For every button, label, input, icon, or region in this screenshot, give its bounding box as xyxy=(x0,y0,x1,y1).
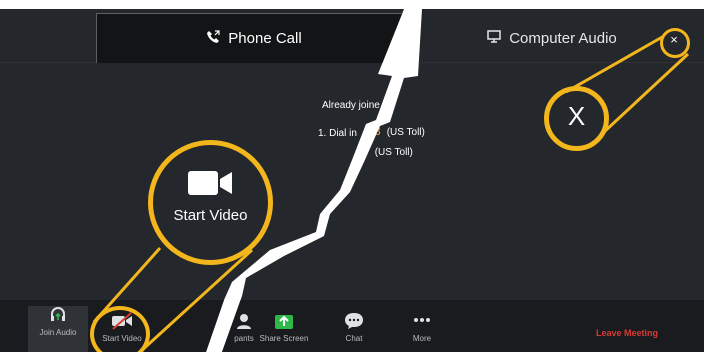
close-callout-label: X xyxy=(567,101,586,131)
chat-label: Chat xyxy=(345,334,363,343)
chat-icon xyxy=(324,312,384,330)
leave-meeting-button[interactable]: Leave Meeting xyxy=(596,328,658,338)
monitor-icon xyxy=(487,29,501,47)
tab-phone-call[interactable]: Phone Call xyxy=(96,13,404,63)
start-video-callout-label: Start Video xyxy=(173,207,248,224)
tab-phone-call-label: Phone Call xyxy=(228,30,302,47)
join-audio-button[interactable]: Join Audio xyxy=(28,306,88,352)
dial-number-2-toll: (US Toll) xyxy=(374,147,413,158)
more-button[interactable]: More xyxy=(392,312,452,343)
phone-icon xyxy=(206,29,220,48)
tab-computer-audio[interactable]: Computer Audio xyxy=(404,13,700,63)
more-label: More xyxy=(412,334,432,343)
chat-button[interactable]: Chat xyxy=(324,312,384,343)
join-audio-label: Join Audio xyxy=(39,328,77,337)
tab-computer-audio-label: Computer Audio xyxy=(509,29,617,47)
dial-number-1-toll: (US Toll) xyxy=(386,127,425,138)
headphones-icon xyxy=(28,306,88,324)
share-screen-button[interactable]: Share Screen xyxy=(254,312,314,343)
more-dots-icon xyxy=(392,312,452,330)
dial-in-text: 1. Dial in xyxy=(318,128,357,139)
close-highlight-ring xyxy=(660,28,690,58)
share-screen-icon xyxy=(254,312,314,330)
video-camera-icon xyxy=(188,169,234,202)
zoom-meeting-screenshot: Phone Call Already joine 1. Dial in Star… xyxy=(0,0,704,352)
start-video-callout: Start Video xyxy=(148,140,273,265)
close-callout: X xyxy=(544,86,609,151)
already-joined-text: Already joine xyxy=(322,100,380,111)
share-screen-label: Share Screen xyxy=(259,334,309,343)
